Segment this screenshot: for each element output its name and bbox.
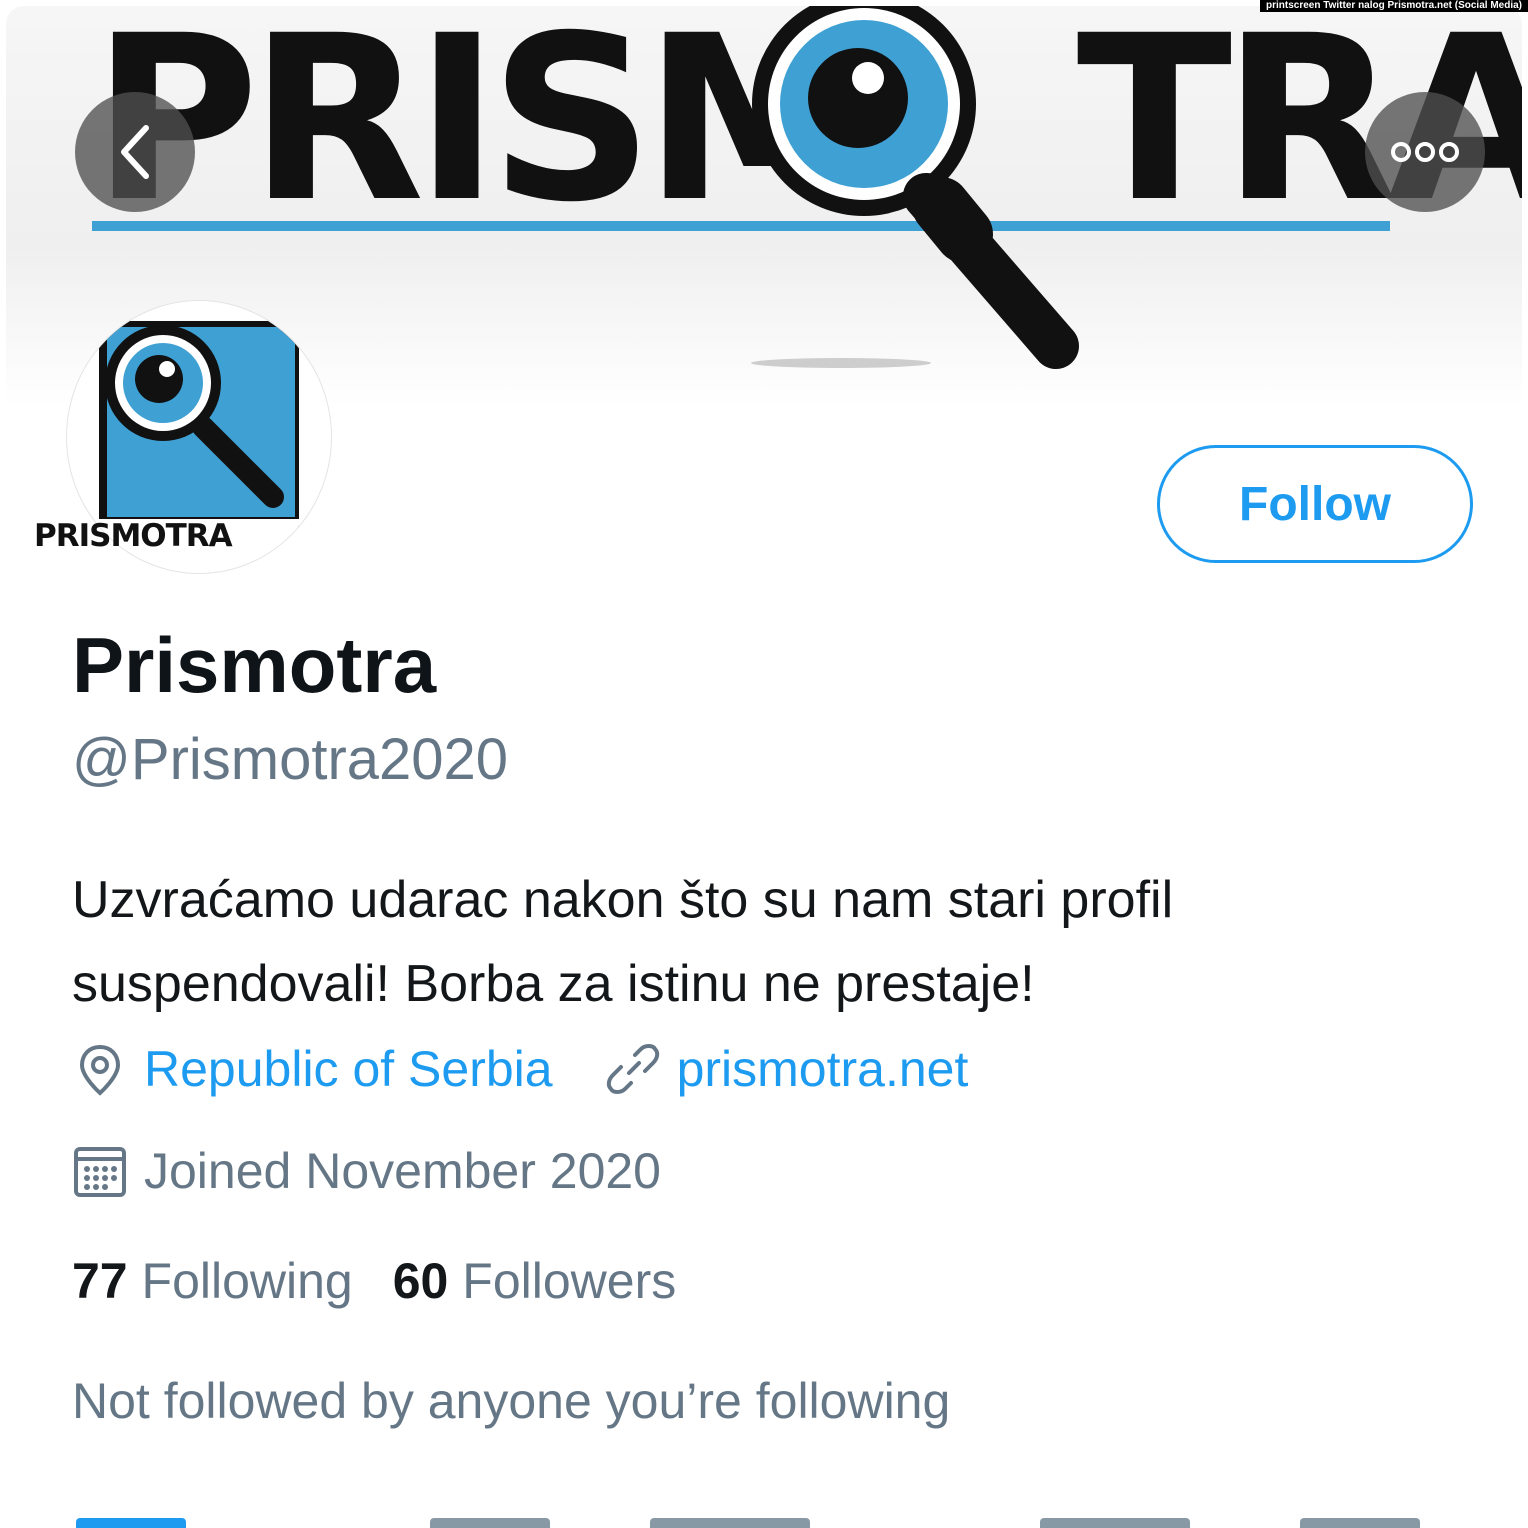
profile-stats: 77 Following 60 Followers xyxy=(72,1252,676,1310)
website-link[interactable]: prismotra.net xyxy=(677,1040,969,1098)
profile-handle: @Prismotra2020 xyxy=(72,727,509,792)
link-icon xyxy=(605,1041,661,1097)
profile-meta-location-website: Republic of Serbia prismotra.net xyxy=(72,1040,968,1098)
tab-fragment[interactable] xyxy=(1040,1518,1190,1528)
profile-meta-joined: Joined November 2020 xyxy=(72,1142,661,1200)
tab-fragment[interactable] xyxy=(430,1518,550,1528)
photo-credit: printscreen Twitter nalog Prismotra.net … xyxy=(1260,0,1528,12)
mutual-followers-note: Not followed by anyone you’re following xyxy=(72,1373,951,1429)
bio-line: Uzvraćamo udarac nakon što su nam stari … xyxy=(72,871,1174,929)
location-pin-icon xyxy=(72,1041,128,1097)
profile-name: Prismotra xyxy=(72,621,437,709)
more-options-button[interactable] xyxy=(1365,92,1485,212)
back-button[interactable] xyxy=(75,92,195,212)
profile-tabs-cutoff xyxy=(0,1510,1528,1528)
tab-fragment[interactable] xyxy=(1300,1518,1420,1528)
avatar-logo-icon xyxy=(99,321,299,549)
banner-logo-text: PRISM TRA xyxy=(92,6,1522,252)
banner-underline xyxy=(92,221,1390,231)
avatar-brand-text: PRISMOTRA xyxy=(34,518,233,554)
location-link[interactable]: Republic of Serbia xyxy=(144,1040,553,1098)
profile-bio: Uzvraćamo udarac nakon što su nam stari … xyxy=(72,858,1472,1026)
calendar-icon xyxy=(72,1143,128,1199)
banner-shadow xyxy=(751,358,931,368)
chevron-left-icon xyxy=(121,125,149,179)
tab-fragment[interactable] xyxy=(76,1518,186,1528)
following-stat[interactable]: 77 Following xyxy=(72,1252,353,1310)
more-dots-icon xyxy=(1391,142,1459,162)
followers-count: 60 xyxy=(392,1253,449,1309)
joined-date: Joined November 2020 xyxy=(144,1143,661,1199)
followers-label: Followers xyxy=(462,1253,677,1309)
follow-button[interactable]: Follow xyxy=(1157,445,1473,563)
bio-line: suspendovali! Borba za istinu ne prestaj… xyxy=(72,955,1035,1013)
followers-stat[interactable]: 60 Followers xyxy=(393,1252,676,1310)
following-label: Following xyxy=(141,1253,353,1309)
tab-fragment[interactable] xyxy=(650,1518,810,1528)
following-count: 77 xyxy=(72,1253,128,1309)
